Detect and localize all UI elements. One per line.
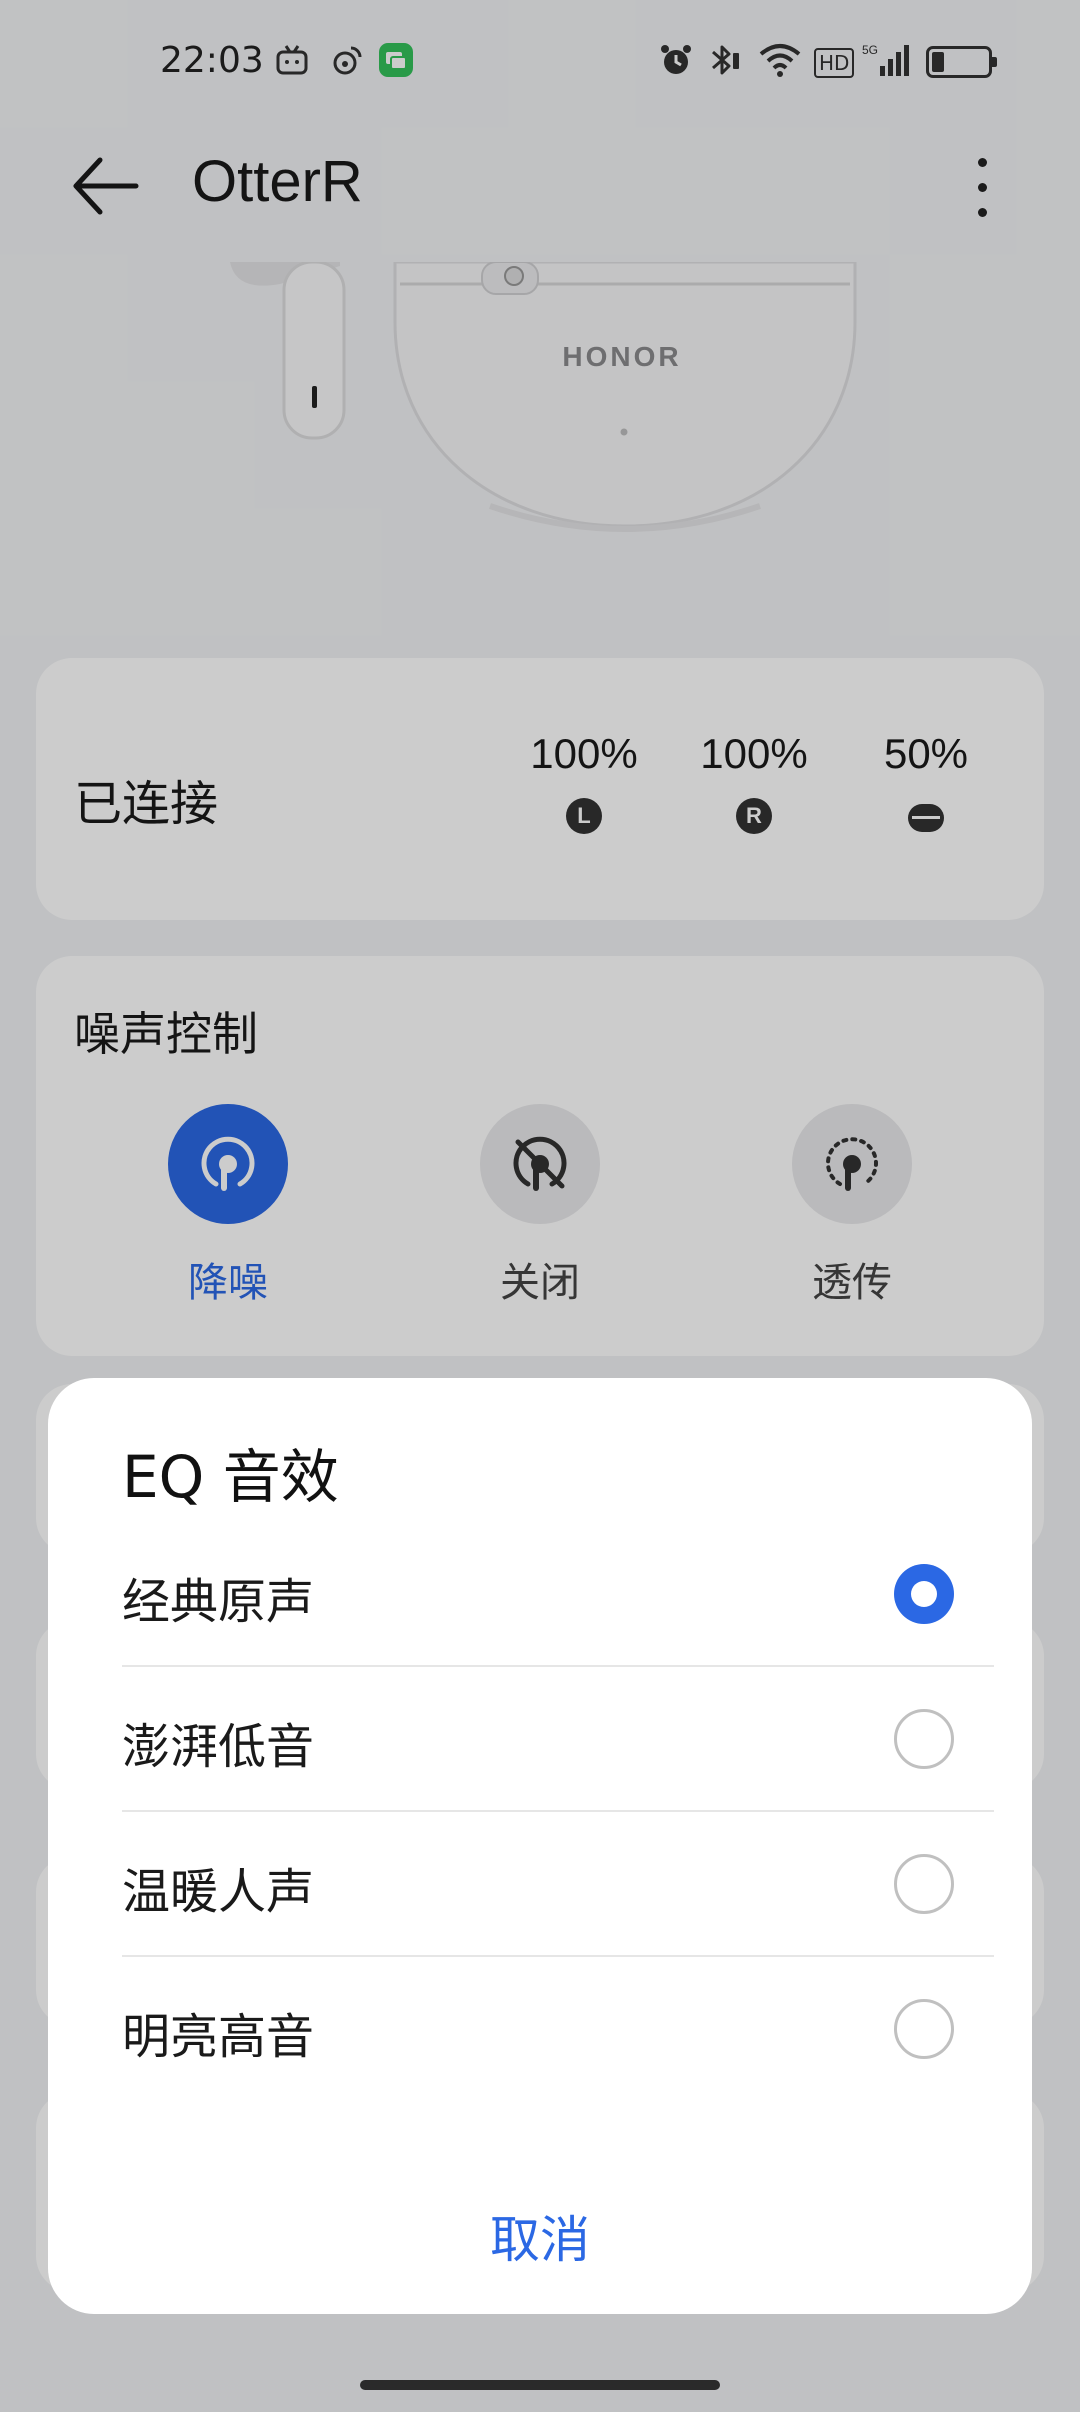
radio-unselected-icon[interactable] xyxy=(894,1999,954,2059)
eq-dialog: EQ 音效 经典原声 澎湃低音 温暖人声 明亮高音 取消 xyxy=(48,1378,1032,2314)
radio-selected-icon[interactable] xyxy=(894,1564,954,1624)
eq-option-treble[interactable]: 明亮高音 xyxy=(122,1957,994,2102)
eq-option-vocal[interactable]: 温暖人声 xyxy=(122,1812,994,1957)
home-indicator[interactable] xyxy=(360,2380,720,2390)
eq-option-label: 温暖人声 xyxy=(122,1864,315,1920)
screen: 22:03 HD 5G OtterR HONOR 已连接 100% L 100%… xyxy=(0,0,1080,2412)
dialog-title: EQ 音效 xyxy=(122,1443,339,1511)
eq-option-label: 明亮高音 xyxy=(122,2009,315,2065)
eq-option-bass[interactable]: 澎湃低音 xyxy=(122,1667,994,1812)
radio-unselected-icon[interactable] xyxy=(894,1854,954,1914)
eq-option-label: 澎湃低音 xyxy=(122,1719,315,1775)
eq-option-classic[interactable]: 经典原声 xyxy=(122,1522,994,1667)
radio-unselected-icon[interactable] xyxy=(894,1709,954,1769)
eq-option-label: 经典原声 xyxy=(122,1574,315,1630)
cancel-button[interactable]: 取消 xyxy=(48,2190,1032,2290)
